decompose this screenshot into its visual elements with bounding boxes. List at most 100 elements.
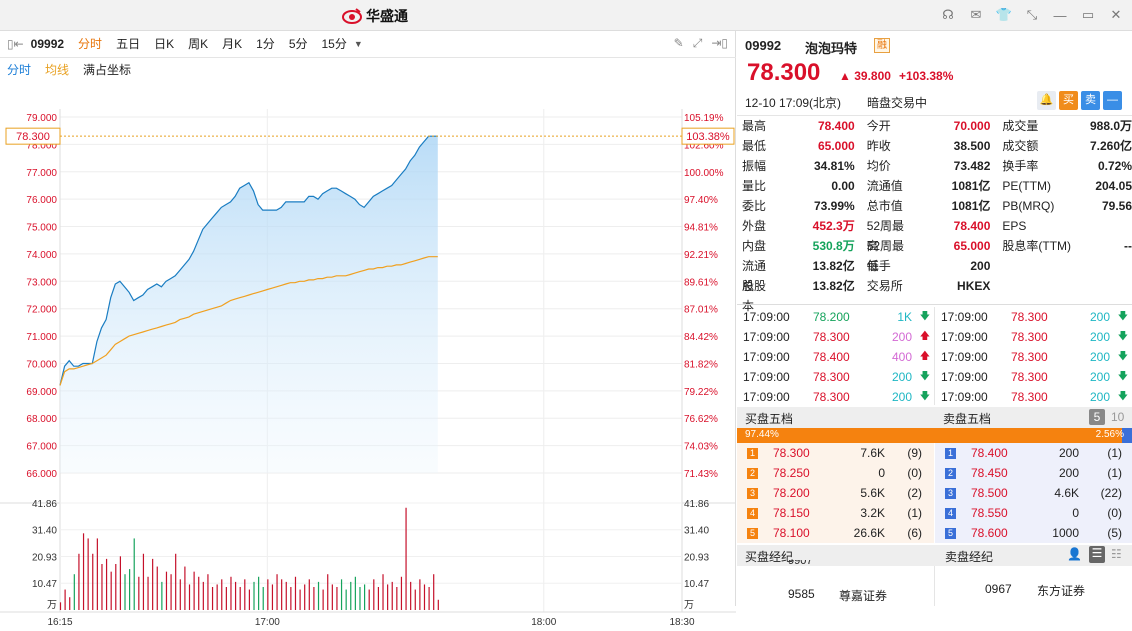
- trade-price: 78.300: [1011, 330, 1048, 344]
- stat-label: 外盘: [742, 219, 767, 233]
- bid-level-badge: 3: [747, 488, 758, 499]
- alert-icon[interactable]: 🔔: [1037, 91, 1056, 110]
- stock-code: 09992: [745, 38, 782, 53]
- chevron-down-icon[interactable]: ▼: [354, 31, 370, 58]
- list-icon[interactable]: ☰: [1089, 546, 1105, 563]
- pct-tick: 94.81%: [684, 223, 718, 234]
- collapse-button[interactable]: —: [1103, 91, 1122, 110]
- trade-time: 17:09:00: [743, 330, 790, 344]
- cur-pct-label: 103.38%: [686, 131, 730, 143]
- arrow-up-icon: 🡅: [919, 351, 930, 362]
- vol-tick: 10.47: [32, 579, 57, 590]
- stat-value: [1072, 256, 1132, 276]
- stat-value: 0.72%: [1098, 159, 1132, 173]
- pct-tick: 97.40%: [684, 195, 718, 206]
- pct-tick: 89.61%: [684, 277, 718, 288]
- stat-label: PB(MRQ): [1002, 199, 1055, 213]
- order-book: 买盘五档 卖盘五档 5 10 97.44% 2.56% 1 78.300 7.6K (9) 1 78.…: [737, 407, 1132, 543]
- restore-icon[interactable]: ⤡: [1024, 6, 1040, 24]
- buy-button[interactable]: 买: [1059, 91, 1078, 110]
- trade-volume: 200: [1089, 390, 1110, 404]
- trade-time: 17:09:00: [743, 370, 790, 384]
- title-bar: 华盛通 ☊ ✉ 👕 ⤡ — ▭ ✕: [0, 0, 1132, 31]
- trade-row: 17:09:00 78.300 200 🡇: [935, 347, 1132, 367]
- price-tick: 67.000: [26, 442, 57, 453]
- grid-icon[interactable]: ☷: [1111, 547, 1122, 561]
- tab-monthly[interactable]: 月K: [215, 31, 249, 58]
- trade-time: 17:09:00: [941, 350, 988, 364]
- tab-5day[interactable]: 五日: [109, 31, 147, 58]
- intraday-chart[interactable]: 79.00078.00077.00076.00075.00074.00073.0…: [0, 79, 736, 631]
- sell-button[interactable]: 卖: [1081, 91, 1100, 110]
- support-icon[interactable]: ☊: [940, 6, 956, 24]
- stats-row: 振幅 34.81% 均价 73.482 换手率 0.72%: [737, 156, 1132, 176]
- bid-bg: [737, 463, 934, 483]
- stat-value: 70.000: [953, 119, 991, 133]
- bid-volume: 5.6K: [860, 486, 885, 500]
- book-row: 4 78.150 3.2K (1) 4 78.550 0 (0): [737, 503, 1132, 523]
- stat-label: 52周最低: [866, 239, 905, 273]
- maximize-icon[interactable]: ▭: [1080, 6, 1096, 24]
- arrow-down-icon: 🡇: [1117, 311, 1128, 322]
- tab-intraday[interactable]: 分时: [71, 31, 109, 58]
- stat-value: 79.56: [1102, 199, 1132, 213]
- minimize-icon[interactable]: —: [1052, 6, 1068, 24]
- tab-daily[interactable]: 日K: [147, 31, 181, 58]
- stats-row: 量比 0.00 流通值 1081亿 PE(TTM) 204.05: [737, 176, 1132, 196]
- collapse-icon[interactable]: ▯⇤: [0, 31, 31, 58]
- ask-count: (1): [1107, 466, 1122, 480]
- price-tick: 69.000: [26, 387, 57, 398]
- stat-label: 每手: [866, 259, 891, 273]
- stat-label: 委比: [742, 199, 767, 213]
- stat-value: [1072, 276, 1132, 296]
- draw-icon[interactable]: ✎: [674, 36, 684, 51]
- ask-count: (22): [1100, 486, 1122, 500]
- trade-volume: 200: [891, 330, 912, 344]
- level-10-button[interactable]: 10: [1111, 410, 1124, 424]
- level-5-button[interactable]: 5: [1089, 409, 1105, 425]
- price-tick: 66.000: [26, 469, 57, 480]
- stat-value: 73.482: [953, 159, 991, 173]
- stat-value: 73.99%: [814, 199, 855, 213]
- label-intraday[interactable]: 分时: [0, 61, 38, 78]
- stat-label: 均价: [866, 159, 891, 173]
- stats-row: 内盘 530.8万 52周最低 65.000 股息率(TTM) --: [737, 236, 1132, 273]
- period-toolbar: ▯⇤ 09992 分时 五日 日K 周K 月K 1分 5分 15分 ▼ ✎ ⤢ …: [0, 31, 736, 58]
- stat-value: 13.82亿: [812, 259, 855, 273]
- expand-icon[interactable]: ⇥▯: [711, 36, 728, 51]
- stats-row: 总股本 13.82亿 交易所 HKEX: [737, 276, 1132, 313]
- bid-broker-title: 买盘经纪: [745, 550, 794, 564]
- mail-icon[interactable]: ✉: [968, 6, 984, 24]
- arrow-up-icon: 🡅: [919, 331, 930, 342]
- fullscreen-icon[interactable]: ⤢: [693, 36, 703, 51]
- ask-level-badge: 3: [945, 488, 956, 499]
- logo-icon: [342, 8, 362, 24]
- tab-5min[interactable]: 5分: [282, 31, 315, 58]
- arrow-down-icon: 🡇: [1117, 351, 1128, 362]
- skin-icon[interactable]: 👕: [996, 6, 1012, 24]
- ask-count: (0): [1107, 506, 1122, 520]
- tab-1min[interactable]: 1分: [249, 31, 282, 58]
- price-tick: 79.000: [26, 113, 57, 124]
- pct-tick: 81.82%: [684, 359, 718, 370]
- ask-bg: [935, 523, 1132, 543]
- stat-label: 交易所: [866, 279, 903, 293]
- tab-15min[interactable]: 15分: [315, 31, 354, 58]
- time-tick: 17:00: [255, 617, 280, 628]
- stat-label: 52周最高: [866, 219, 905, 253]
- ask-title: 卖盘五档: [943, 412, 992, 426]
- label-full-axis[interactable]: 满占坐标: [76, 61, 138, 78]
- price-tick: 75.000: [26, 223, 57, 234]
- book-row: 5 78.100 26.6K (6) 5 78.600 1000 (5): [737, 523, 1132, 543]
- arrow-down-icon: 🡇: [1117, 371, 1128, 382]
- bid-price: 78.300: [773, 446, 810, 460]
- label-avg-line[interactable]: 均线: [38, 61, 76, 78]
- stat-label: 量比: [742, 179, 767, 193]
- close-icon[interactable]: ✕: [1108, 6, 1124, 24]
- trade-price: 78.300: [1011, 350, 1048, 364]
- tab-weekly[interactable]: 周K: [181, 31, 215, 58]
- bid-bg: [737, 483, 934, 503]
- pct-tick: 87.01%: [684, 305, 718, 316]
- person-icon[interactable]: 👤: [1067, 547, 1082, 561]
- toolbar-code: 09992: [30, 36, 65, 51]
